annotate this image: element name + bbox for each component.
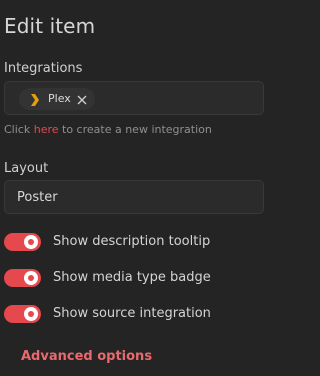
chip-label: Plex — [48, 92, 71, 105]
toggle-knob-dot — [28, 311, 34, 317]
layout-select-value: Poster — [17, 190, 58, 205]
description-tooltip-label: Show description tooltip — [53, 234, 211, 249]
description-tooltip-toggle[interactable] — [4, 233, 41, 251]
toggle-knob-dot — [28, 239, 34, 245]
helper-prefix: Click — [4, 123, 31, 136]
toggle-knob — [24, 307, 38, 321]
media-type-badge-toggle[interactable] — [4, 269, 41, 287]
source-integration-toggle[interactable] — [4, 305, 41, 323]
advanced-options-button[interactable]: Advanced options — [21, 349, 152, 364]
toggle-knob — [24, 235, 38, 249]
edit-item-panel: Edit item Integrations Plex Click here t… — [0, 0, 264, 376]
helper-suffix: to create a new integration — [62, 123, 212, 136]
page-title: Edit item — [4, 14, 96, 38]
close-icon[interactable] — [75, 92, 89, 106]
media-type-badge-label: Show media type badge — [53, 270, 211, 285]
create-integration-link[interactable]: here — [34, 123, 59, 136]
integrations-label: Integrations — [4, 61, 83, 76]
toggle-knob — [24, 271, 38, 285]
switch-row-source-integration[interactable]: Show source integration — [4, 304, 244, 324]
source-integration-label: Show source integration — [53, 306, 211, 321]
switch-row-media-type-badge[interactable]: Show media type badge — [4, 268, 244, 288]
switch-row-description-tooltip[interactable]: Show description tooltip — [4, 232, 244, 252]
layout-select[interactable]: Poster — [4, 180, 264, 214]
integration-chip-plex: Plex — [19, 88, 95, 110]
layout-label: Layout — [4, 161, 49, 176]
toggle-knob-dot — [28, 275, 34, 281]
integration-helper-text: Click here to create a new integration — [4, 123, 212, 136]
integrations-multiselect[interactable]: Plex — [4, 81, 264, 115]
plex-chevron-icon — [30, 92, 40, 106]
